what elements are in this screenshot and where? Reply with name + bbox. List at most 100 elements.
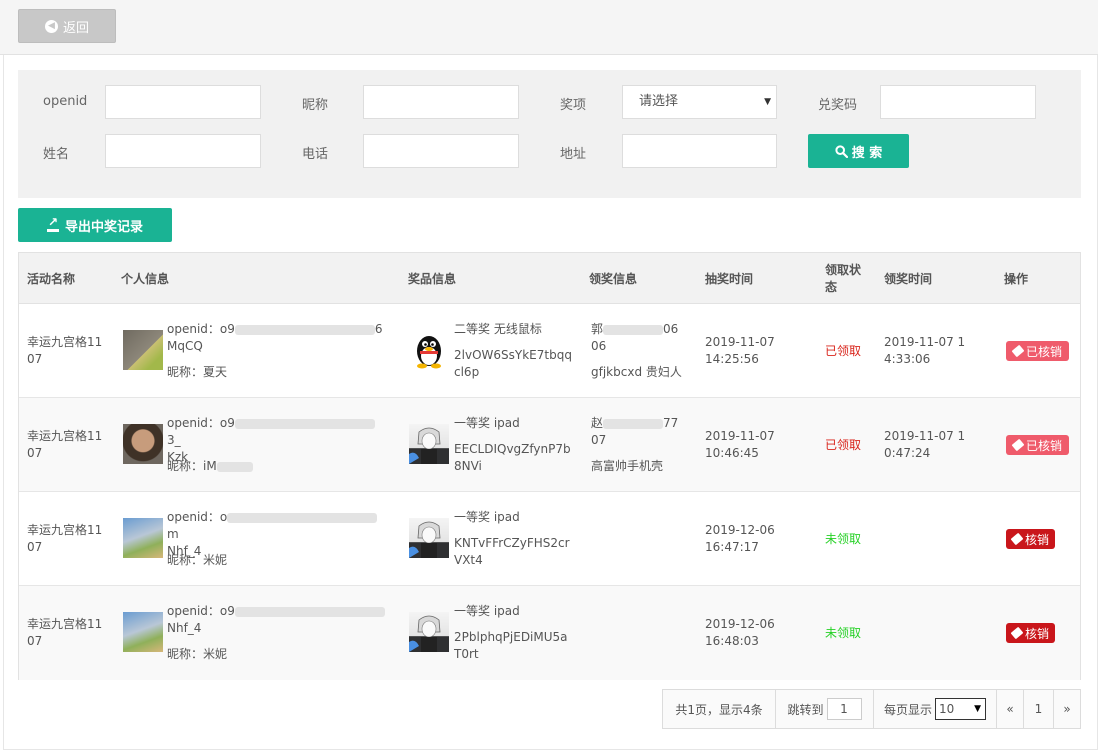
verified-button[interactable]: 已核销 [1006, 435, 1069, 455]
next-page-button[interactable]: » [1053, 689, 1081, 729]
prize-name: 二等奖 无线鼠标 [454, 322, 542, 336]
prize-image [409, 612, 449, 652]
records-table: 活动名称 个人信息 奖品信息 领奖信息 抽奖时间 领取状态 领奖时间 操作 幸运… [18, 252, 1081, 680]
table-row: 幸运九宫格1107 openid：om Nhf_4 昵称：米妮 一等奖 ipad… [19, 492, 1080, 586]
verified-label: 已核销 [1025, 344, 1062, 359]
penguin-icon [417, 336, 441, 369]
anime-character-icon [409, 521, 441, 558]
prize-image [409, 518, 449, 558]
openid-line2: Nhf_4 [167, 621, 202, 635]
claim-phone-suffix: 77 [663, 416, 679, 430]
caret-down-icon: ▼ [974, 704, 981, 714]
page-1-button[interactable]: 1 [1023, 689, 1054, 729]
redacted-blur [227, 512, 378, 523]
status-badge: 已领取 [825, 344, 862, 358]
prize-image [409, 424, 449, 464]
user-avatar [123, 330, 163, 370]
redacted-blur [234, 418, 375, 429]
address-input[interactable] [622, 134, 777, 168]
prize-info: 二等奖 无线鼠标 [454, 321, 574, 338]
prize-name: 一等奖 ipad [454, 604, 520, 618]
claim-name: 赵 [591, 416, 604, 430]
claim-line2: 06 [591, 339, 607, 353]
jump-label: 跳转到 [787, 702, 824, 717]
prev-page-label: « [1006, 702, 1014, 716]
verified-button[interactable]: 已核销 [1006, 341, 1069, 361]
nickname-label: 昵称 [302, 98, 329, 113]
nickname-text: 昵称：米妮 [167, 647, 228, 661]
openid-prefix: openid：o9 [167, 416, 235, 430]
prize-name: 一等奖 ipad [454, 510, 520, 524]
openid-text: openid：o9 6 MqCQ [167, 321, 387, 355]
verified-label: 已核销 [1025, 438, 1062, 453]
prize-select-value: 请选择 [639, 94, 679, 109]
activity-name: 幸运九宫格1107 [27, 523, 103, 554]
table-row: 幸运九宫格1107 openid：o9 Nhf_4 昵称：米妮 一等奖 ipad… [19, 586, 1080, 680]
top-bar: ◀ 返回 [0, 0, 1098, 55]
prev-page-button[interactable]: « [996, 689, 1024, 729]
verify-button[interactable]: 核销 [1006, 623, 1055, 643]
next-page-label: » [1063, 702, 1071, 716]
anime-character-icon [409, 427, 441, 464]
header-claim-time: 领奖时间 [884, 272, 933, 286]
search-button[interactable]: 搜 索 [808, 134, 909, 168]
prize-info: 一等奖 ipad [454, 415, 574, 432]
claim-name: 郭 [591, 322, 604, 336]
user-avatar [123, 612, 163, 652]
caret-down-icon: ▼ [764, 97, 771, 107]
redeem-code: EECLDIQvgZfynP7b8NVi [454, 442, 571, 473]
claim-line2: 07 [591, 433, 607, 447]
openid-prefix: openid：o9 [167, 604, 235, 618]
verify-label: 核销 [1024, 626, 1049, 641]
prize-info: 一等奖 ipad [454, 603, 574, 620]
tag-icon [1011, 344, 1025, 358]
export-button[interactable]: 导出中奖记录 [18, 208, 172, 242]
jump-page-input[interactable]: 1 [826, 698, 862, 720]
code-input[interactable] [880, 85, 1036, 119]
openid-input[interactable] [105, 85, 261, 119]
openid-line2: MqCQ [167, 339, 203, 353]
nickname-text: 昵称：iM [167, 458, 253, 475]
nickname-input[interactable] [363, 85, 519, 119]
page-jump: 跳转到 1 [775, 689, 874, 729]
claim-phone-suffix: 06 [663, 322, 679, 336]
verify-label: 核销 [1024, 532, 1049, 547]
export-icon [46, 215, 60, 232]
table-row: 幸运九宫格1107 openid：o9 6 MqCQ 昵称：夏天 二等奖 无线鼠标… [19, 304, 1080, 398]
openid-text: openid：o9 Nhf_4 [167, 603, 387, 637]
redeem-code: KNTvFFrCZyFHS2crVXt4 [454, 536, 570, 567]
draw-time: 2019-11-07 14:25:56 [705, 335, 775, 366]
redacted-blur [234, 606, 385, 617]
prize-select[interactable]: 请选择 ▼ [622, 85, 777, 119]
phone-input[interactable] [363, 134, 519, 168]
status-badge: 已领取 [825, 438, 862, 452]
activity-name: 幸运九宫格1107 [27, 429, 103, 460]
claim-info: 赵 77 07 [591, 415, 691, 449]
header-action: 操作 [1004, 272, 1029, 286]
tag-icon [1010, 626, 1024, 640]
anime-character-icon [409, 615, 441, 652]
pagination-summary: 共1页，显示4条 [662, 689, 776, 729]
export-button-label: 导出中奖记录 [64, 219, 143, 235]
search-button-label: 搜 索 [851, 145, 883, 161]
verify-button[interactable]: 核销 [1006, 529, 1055, 549]
name-input[interactable] [105, 134, 261, 168]
per-page-label: 每页显示 [883, 702, 932, 717]
header-prize: 奖品信息 [408, 272, 457, 286]
draw-time: 2019-12-06 16:48:03 [705, 617, 775, 648]
redacted-blur [603, 418, 664, 429]
prize-label: 奖项 [560, 98, 587, 113]
header-draw-time: 抽奖时间 [705, 272, 754, 286]
back-button-label: 返回 [62, 20, 89, 36]
name-label: 姓名 [43, 147, 70, 162]
per-page-select[interactable]: 10 ▼ [935, 698, 986, 720]
openid-suffix: 6 [374, 322, 383, 336]
back-arrow-icon: ◀ [44, 19, 58, 33]
header-claim-info: 领奖信息 [589, 272, 638, 286]
draw-time: 2019-11-07 10:46:45 [705, 429, 775, 460]
back-button[interactable]: ◀ 返回 [18, 9, 116, 43]
claim-time: 2019-11-07 10:47:24 [884, 429, 966, 460]
tag-icon [1010, 532, 1024, 546]
draw-time: 2019-12-06 16:47:17 [705, 523, 775, 554]
code-label: 兑奖码 [818, 98, 858, 113]
